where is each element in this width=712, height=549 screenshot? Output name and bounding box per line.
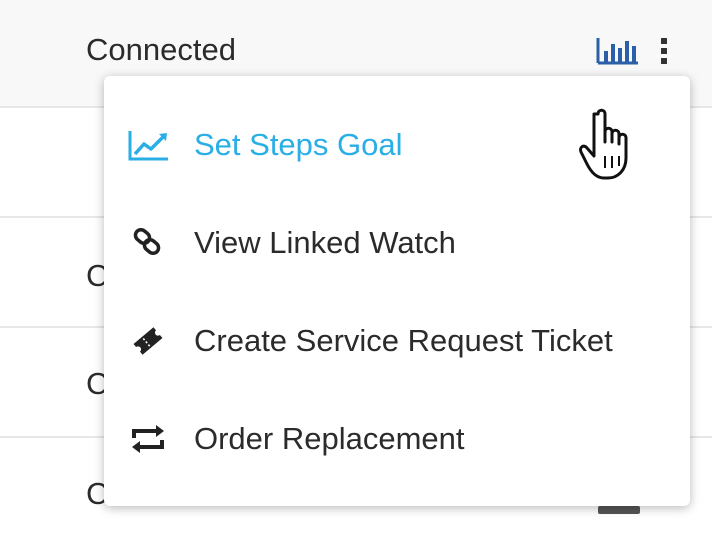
connection-status: Connected [86, 32, 236, 67]
menu-item-view-linked-watch[interactable]: View Linked Watch [104, 194, 690, 292]
ticket-icon [133, 327, 163, 355]
bar-chart-icon[interactable] [596, 36, 640, 66]
kebab-menu-icon[interactable] [656, 34, 672, 68]
trending-up-icon [128, 131, 168, 161]
menu-item-create-service-request-ticket[interactable]: Create Service Request Ticket [104, 292, 690, 390]
actions-dropdown-menu: Set Steps Goal View Linked Watch Create … [104, 76, 690, 506]
menu-item-set-steps-goal[interactable]: Set Steps Goal [104, 96, 690, 194]
link-icon [133, 227, 161, 256]
menu-item-label: View Linked Watch [194, 225, 456, 260]
replace-icon [132, 425, 164, 453]
menu-item-order-replacement[interactable]: Order Replacement [104, 390, 690, 488]
menu-item-label: Create Service Request Ticket [194, 323, 613, 358]
menu-item-label: Order Replacement [194, 421, 465, 456]
row-action-placeholder [598, 506, 640, 514]
menu-item-label: Set Steps Goal [194, 127, 403, 162]
page: Connected C C C Set Steps Goal View Link… [0, 0, 712, 549]
